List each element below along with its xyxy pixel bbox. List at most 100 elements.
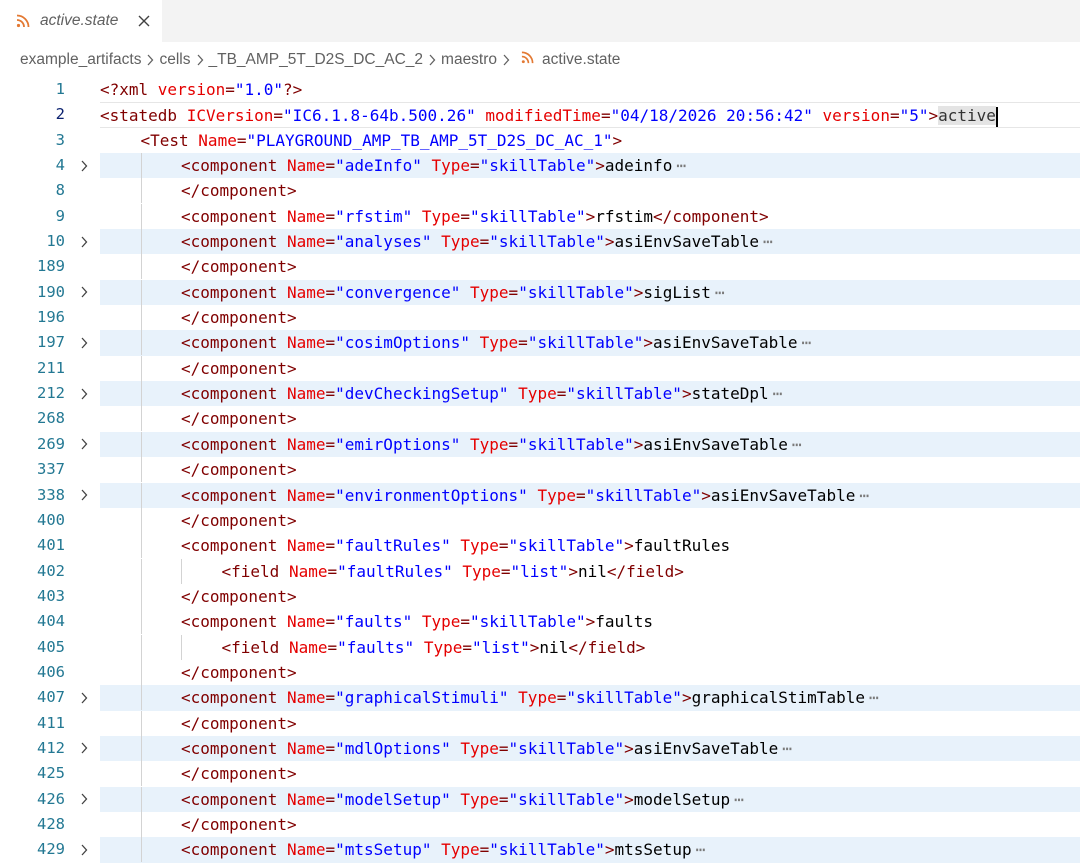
code-line[interactable]: 197 <component Name="cosimOptions" Type="… bbox=[0, 330, 1080, 356]
code-content[interactable]: <Test Name="PLAYGROUND_AMP_TB_AMP_5T_D2S… bbox=[100, 128, 1080, 153]
code-content[interactable]: <statedb ICVersion="IC6.1.8-64b.500.26" … bbox=[100, 102, 1080, 128]
code-content[interactable]: <component Name="modelSetup" Type="skill… bbox=[100, 786, 1080, 812]
code-line[interactable]: 337 </component> bbox=[0, 457, 1080, 483]
code-content[interactable]: <field Name="faults" Type="list">nil</fi… bbox=[100, 634, 1080, 660]
code-line[interactable]: 406 </component> bbox=[0, 659, 1080, 685]
code-content[interactable]: <component Name="cosimOptions" Type="ski… bbox=[100, 330, 1080, 356]
code-content[interactable]: </component> bbox=[100, 178, 1080, 204]
code-content[interactable]: </component> bbox=[100, 305, 1080, 331]
fold-chevron-right-icon[interactable] bbox=[76, 483, 92, 508]
code-line[interactable]: 405 <field Name="faults" Type="list">nil<… bbox=[0, 634, 1080, 660]
fold-chevron-right-icon[interactable] bbox=[76, 381, 92, 406]
code-line[interactable]: 10 <component Name="analyses" Type="skill… bbox=[0, 229, 1080, 255]
fold-chevron-right-icon[interactable] bbox=[76, 837, 92, 862]
folded-ellipsis-icon[interactable]: ⋯ bbox=[715, 283, 726, 302]
code-content[interactable]: <component Name="faultRules" Type="skill… bbox=[100, 533, 1080, 559]
code-content[interactable]: <component Name="environmentOptions" Typ… bbox=[100, 482, 1080, 508]
token-tag: </component> bbox=[181, 713, 297, 733]
breadcrumb-item-maestro[interactable]: maestro bbox=[441, 51, 497, 69]
line-number: 211 bbox=[37, 358, 65, 377]
code-content[interactable]: <component Name="adeInfo" Type="skillTab… bbox=[100, 153, 1080, 179]
code-content[interactable]: <component Name="emirOptions" Type="skil… bbox=[100, 431, 1080, 458]
code-line[interactable]: 401 <component Name="faultRules" Type="sk… bbox=[0, 533, 1080, 559]
code-line[interactable]: 212 <component Name="devCheckingSetup" Ty… bbox=[0, 381, 1080, 407]
code-content[interactable]: <component Name="convergence" Type="skil… bbox=[100, 279, 1080, 306]
close-icon[interactable] bbox=[136, 13, 152, 29]
code-content[interactable]: <component Name="graphicalStimuli" Type=… bbox=[100, 685, 1080, 711]
folded-ellipsis-icon[interactable]: ⋯ bbox=[773, 384, 784, 403]
breadcrumb-item-cells[interactable]: cells bbox=[159, 51, 190, 69]
code-line[interactable]: 338 <component Name="environmentOptions" … bbox=[0, 482, 1080, 508]
breadcrumb-item-cell-name[interactable]: _TB_AMP_5T_D2S_DC_AC_2 bbox=[209, 51, 424, 69]
code-content[interactable]: </component> bbox=[100, 710, 1080, 736]
folded-ellipsis-icon[interactable]: ⋯ bbox=[734, 790, 745, 809]
code-content[interactable]: </component> bbox=[100, 507, 1080, 533]
code-line[interactable]: 429 <component Name="mtsSetup" Type="skil… bbox=[0, 837, 1080, 863]
fold-chevron-right-icon[interactable] bbox=[76, 736, 92, 761]
code-line[interactable]: 196 </component> bbox=[0, 305, 1080, 331]
code-content[interactable]: <component Name="devCheckingSetup" Type=… bbox=[100, 381, 1080, 407]
fold-chevron-right-icon[interactable] bbox=[76, 787, 92, 812]
fold-chevron-right-icon[interactable] bbox=[76, 280, 92, 305]
code-content[interactable]: <component Name="mtsSetup" Type="skillTa… bbox=[100, 837, 1080, 863]
code-line[interactable]: 8 </component> bbox=[0, 178, 1080, 204]
code-line[interactable]: 269 <component Name="emirOptions" Type="s… bbox=[0, 431, 1080, 458]
code-content[interactable]: </component> bbox=[100, 406, 1080, 432]
folded-ellipsis-icon[interactable]: ⋯ bbox=[782, 739, 793, 758]
code-content[interactable]: <component Name="rfstim" Type="skillTabl… bbox=[100, 203, 1080, 229]
breadcrumb-item-example-artifacts[interactable]: example_artifacts bbox=[20, 51, 141, 69]
code-line[interactable]: 3 <Test Name="PLAYGROUND_AMP_TB_AMP_5T_D2… bbox=[0, 128, 1080, 153]
code-line[interactable]: 403 </component> bbox=[0, 583, 1080, 609]
fold-chevron-right-icon[interactable] bbox=[76, 685, 92, 710]
code-content[interactable]: <component Name="faults" Type="skillTabl… bbox=[100, 609, 1080, 635]
folded-ellipsis-icon[interactable]: ⋯ bbox=[676, 156, 687, 175]
code-line[interactable]: 402 <field Name="faultRules" Type="list">… bbox=[0, 558, 1080, 584]
breadcrumb-item-active-state[interactable]: active.state bbox=[542, 51, 620, 69]
folded-ellipsis-icon[interactable]: ⋯ bbox=[859, 486, 870, 505]
code-editor[interactable]: 1 <?xml version="1.0"?> 2 <statedb ICVersio… bbox=[0, 77, 1080, 863]
folded-ellipsis-icon[interactable]: ⋯ bbox=[792, 435, 803, 454]
code-line[interactable]: 189 </component> bbox=[0, 254, 1080, 280]
code-line[interactable]: 407 <component Name="graphicalStimuli" Ty… bbox=[0, 685, 1080, 711]
code-line[interactable]: 268 </component> bbox=[0, 406, 1080, 432]
token-tag: = bbox=[325, 384, 336, 404]
code-line[interactable]: 428 </component> bbox=[0, 811, 1080, 837]
code-content[interactable]: <?xml version="1.0"?> bbox=[100, 77, 1080, 102]
indent-guide bbox=[100, 356, 141, 381]
code-line[interactable]: 400 </component> bbox=[0, 507, 1080, 533]
code-line[interactable]: 1 <?xml version="1.0"?> bbox=[0, 77, 1080, 102]
code-line[interactable]: 9 <component Name="rfstim" Type="skillTab… bbox=[0, 203, 1080, 229]
code-content[interactable]: </component> bbox=[100, 355, 1080, 381]
code-content[interactable]: </component> bbox=[100, 583, 1080, 609]
code-content[interactable]: <field Name="faultRules" Type="list">nil… bbox=[100, 558, 1080, 584]
code-line[interactable]: 404 <component Name="faults" Type="skillT… bbox=[0, 609, 1080, 635]
code-line[interactable]: 425 </component> bbox=[0, 761, 1080, 787]
token-tag: = bbox=[500, 561, 511, 581]
token-val: "adeInfo" bbox=[335, 156, 422, 176]
folded-ellipsis-icon[interactable]: ⋯ bbox=[763, 232, 774, 251]
fold-chevron-right-icon[interactable] bbox=[76, 330, 92, 355]
fold-chevron-right-icon[interactable] bbox=[76, 153, 92, 178]
code-line[interactable]: 2 <statedb ICVersion="IC6.1.8-64b.500.26"… bbox=[0, 102, 1080, 128]
folded-ellipsis-icon[interactable]: ⋯ bbox=[802, 333, 813, 352]
code-content[interactable]: <component Name="mdlOptions" Type="skill… bbox=[100, 735, 1080, 762]
folded-ellipsis-icon[interactable]: ⋯ bbox=[696, 840, 707, 859]
code-line[interactable]: 190 <component Name="convergence" Type="s… bbox=[0, 279, 1080, 306]
code-content[interactable]: </component> bbox=[100, 457, 1080, 483]
code-content[interactable]: </component> bbox=[100, 659, 1080, 685]
fold-chevron-right-icon[interactable] bbox=[76, 432, 92, 457]
indent-guide bbox=[140, 482, 182, 508]
token-tag: </component> bbox=[181, 409, 297, 429]
editor-tab-active-state[interactable]: active.state bbox=[0, 0, 163, 42]
code-line[interactable]: 412 <component Name="mdlOptions" Type="sk… bbox=[0, 735, 1080, 762]
code-content[interactable]: </component> bbox=[100, 811, 1080, 837]
code-line[interactable]: 411 </component> bbox=[0, 710, 1080, 736]
code-content[interactable]: </component> bbox=[100, 761, 1080, 787]
folded-ellipsis-icon[interactable]: ⋯ bbox=[869, 688, 880, 707]
code-line[interactable]: 4 <component Name="adeInfo" Type="skillTa… bbox=[0, 153, 1080, 179]
code-content[interactable]: <component Name="analyses" Type="skillTa… bbox=[100, 229, 1080, 255]
code-line[interactable]: 211 </component> bbox=[0, 355, 1080, 381]
code-content[interactable]: </component> bbox=[100, 254, 1080, 280]
code-line[interactable]: 426 <component Name="modelSetup" Type="sk… bbox=[0, 786, 1080, 812]
fold-chevron-right-icon[interactable] bbox=[76, 229, 92, 254]
